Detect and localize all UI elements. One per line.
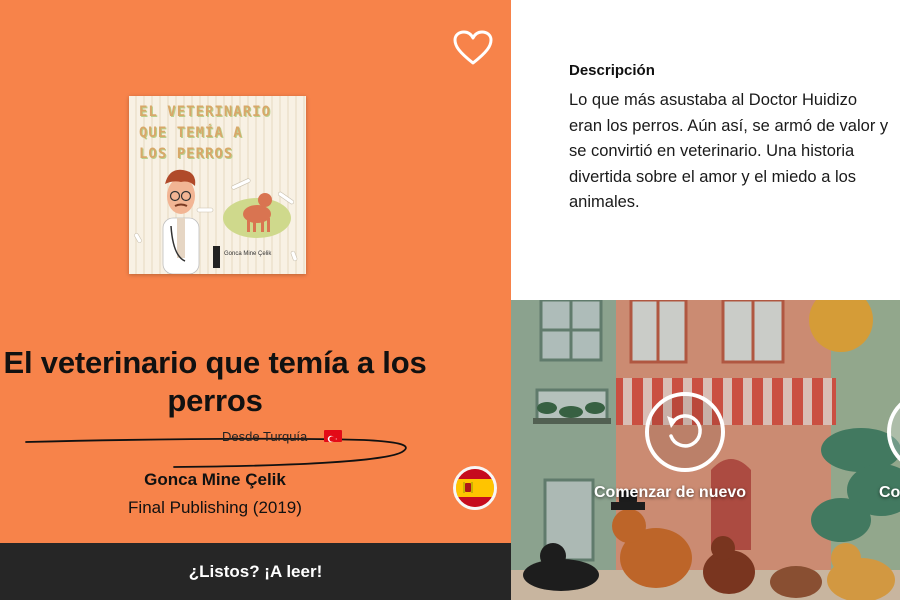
book-title: El veterinario que temía a los perros <box>3 345 427 418</box>
next-option-button[interactable] <box>885 390 900 474</box>
heart-outline-icon <box>453 30 493 65</box>
publisher-logo <box>213 246 220 268</box>
book-author: Gonca Mine Çelik <box>144 470 286 489</box>
spain-flag-icon <box>456 469 494 507</box>
description-text: Lo que más asustaba al Doctor Huidizo er… <box>569 91 889 211</box>
book-cover[interactable]: EL VETERINARIO QUE TEMÍA A LOS PERROS Go… <box>129 96 306 274</box>
language-selector[interactable] <box>453 466 497 510</box>
book-origin: Desde Turquía <box>222 429 308 444</box>
restart-label[interactable]: Comenzar de nuevo <box>594 484 746 502</box>
restart-button[interactable] <box>643 390 727 474</box>
turkey-flag-icon <box>324 430 342 443</box>
book-publisher: Final Publishing (2019) <box>128 498 302 517</box>
cover-author: Gonca Mine Çelik <box>224 251 272 257</box>
story-illustration-carousel[interactable]: Comenzar de nuevo Co <box>511 300 900 600</box>
description-heading: Descripción <box>569 62 655 79</box>
favorite-button[interactable] <box>453 30 493 66</box>
title-underline-decoration <box>25 437 407 468</box>
book-info-panel: EL VETERINARIO QUE TEMÍA A LOS PERROS Go… <box>0 0 511 600</box>
description-section: Descripción Lo que más asustaba al Docto… <box>569 62 889 216</box>
restart-icon <box>645 392 725 472</box>
start-reading-label: ¿Listos? ¡A leer! <box>188 561 323 581</box>
start-reading-button[interactable]: ¿Listos? ¡A leer! <box>0 543 511 600</box>
next-option-label[interactable]: Co <box>879 484 900 502</box>
